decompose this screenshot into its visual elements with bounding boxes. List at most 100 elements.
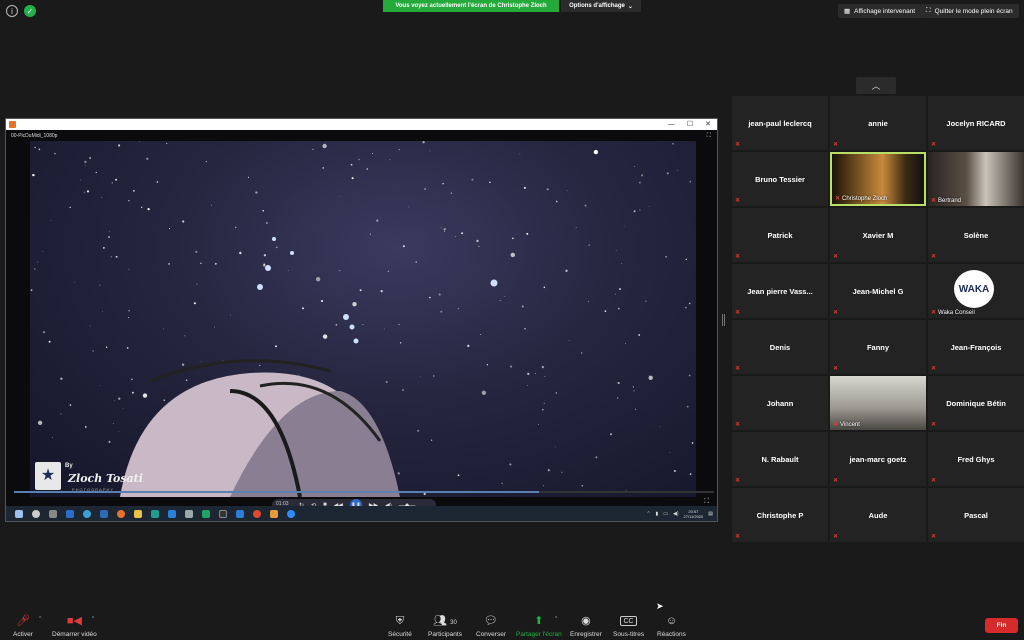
- start-video-button[interactable]: ■◀ Démarrer vidéo: [52, 614, 97, 638]
- participant-tile[interactable]: jean-paul leclercq ✕: [732, 96, 828, 150]
- app-icon[interactable]: [253, 509, 261, 518]
- participant-tile[interactable]: Christophe Zloch ✕: [830, 152, 926, 206]
- participant-tile[interactable]: Aude ✕: [830, 488, 926, 542]
- participant-tile[interactable]: Jean-Michel G ✕: [830, 264, 926, 318]
- star: [376, 219, 379, 222]
- star: [122, 408, 124, 409]
- star: [544, 375, 546, 377]
- star: [457, 474, 460, 477]
- participant-tile[interactable]: Vincent ✕: [830, 376, 926, 430]
- splitter-handle[interactable]: [722, 314, 725, 326]
- edge-icon[interactable]: [83, 509, 91, 518]
- close-icon[interactable]: ✕: [705, 119, 711, 130]
- star: [666, 172, 669, 175]
- excel-icon[interactable]: [202, 509, 210, 518]
- notification-icon[interactable]: ▤: [708, 511, 713, 517]
- star: [587, 300, 589, 303]
- participant-tile[interactable]: Solène ✕: [928, 208, 1024, 262]
- star: [617, 307, 620, 310]
- participant-tile[interactable]: Pascal ✕: [928, 488, 1024, 542]
- app-icon[interactable]: [168, 509, 176, 518]
- participant-tile[interactable]: WAKA Waka Conseil ✕: [928, 264, 1024, 318]
- bridge-icon[interactable]: [219, 509, 227, 518]
- chat-button[interactable]: 💬︎ Converser: [476, 614, 506, 638]
- video-options-caret[interactable]: ^: [92, 616, 94, 622]
- outlook-icon[interactable]: [66, 509, 74, 518]
- zoom-app-icon[interactable]: [287, 509, 295, 518]
- star: [504, 296, 506, 297]
- app-icon[interactable]: [185, 509, 193, 518]
- fit-screen-icon[interactable]: ⛶: [707, 133, 711, 140]
- star: [691, 442, 694, 444]
- view-options-button[interactable]: Options d'affichage ⌄: [561, 0, 641, 12]
- app-icon[interactable]: [151, 509, 159, 518]
- star: [638, 334, 641, 336]
- captions-button[interactable]: CC Sous-titres: [613, 614, 644, 638]
- participant-tile[interactable]: Bertrand ✕: [928, 152, 1024, 206]
- task-view-icon[interactable]: [49, 509, 57, 518]
- participant-tile[interactable]: Jocelyn RICARD ✕: [928, 96, 1024, 150]
- seek-bar[interactable]: [14, 491, 714, 493]
- star: [677, 170, 679, 171]
- security-button[interactable]: ⛨ Sécurité: [388, 614, 412, 638]
- star: [575, 227, 577, 229]
- participant-tile[interactable]: Fanny ✕: [830, 320, 926, 374]
- firefox-icon[interactable]: [117, 509, 125, 518]
- media-player-icon[interactable]: [270, 509, 278, 518]
- participant-tile[interactable]: Christophe P ✕: [732, 488, 828, 542]
- participant-tile[interactable]: Johann ✕: [732, 376, 828, 430]
- info-icon[interactable]: i: [6, 5, 18, 17]
- reactions-button[interactable]: ☺ Réactions: [657, 614, 686, 638]
- star: [54, 152, 56, 155]
- network-icon[interactable]: ▭: [663, 511, 668, 517]
- star: [433, 375, 435, 377]
- minimize-icon[interactable]: —: [668, 119, 675, 130]
- participant-name: Jocelyn RICARD: [946, 118, 1006, 128]
- mail-icon[interactable]: [100, 509, 108, 518]
- fullscreen-icon[interactable]: ⛶: [704, 498, 709, 506]
- end-meeting-button[interactable]: Fin: [985, 618, 1018, 633]
- participant-tile[interactable]: jean-marc goetz ✕: [830, 432, 926, 486]
- participant-tile[interactable]: Xavier M ✕: [830, 208, 926, 262]
- participant-name: Bertrand: [938, 198, 962, 204]
- speaker-view-button[interactable]: ▦ Affichage intervenant: [838, 4, 922, 18]
- tray-chevron-icon[interactable]: ⌃: [646, 511, 650, 517]
- star: [438, 293, 441, 296]
- participant-tile[interactable]: Fred Ghys ✕: [928, 432, 1024, 486]
- participant-tile[interactable]: Jean-François ✕: [928, 320, 1024, 374]
- star: [673, 470, 676, 472]
- star: [634, 408, 637, 410]
- speaker-icon[interactable]: ◀): [673, 511, 679, 517]
- audio-options-caret[interactable]: ^: [39, 616, 41, 622]
- participant-tile[interactable]: Patrick ✕: [732, 208, 828, 262]
- participant-tile[interactable]: annie ✕: [830, 96, 926, 150]
- star: [229, 314, 231, 316]
- search-icon[interactable]: [32, 509, 40, 518]
- video-area: 00-PicDuMidi_1080p ⛶ ★ By Zloch Tosati P…: [6, 130, 717, 511]
- participant-tile[interactable]: N. Rabault ✕: [732, 432, 828, 486]
- participant-tile[interactable]: Denis ✕: [732, 320, 828, 374]
- folder-icon[interactable]: [134, 509, 142, 518]
- exit-fullscreen-button[interactable]: ⛶ Quitter le mode plein écran: [920, 4, 1019, 18]
- security-label: Sécurité: [388, 631, 412, 638]
- maximize-icon[interactable]: ☐: [687, 119, 693, 130]
- windows-start-icon[interactable]: [15, 509, 23, 518]
- record-button[interactable]: ◉ Enregistrer: [570, 614, 602, 638]
- participants-label: Participants: [428, 631, 462, 638]
- participant-tile[interactable]: Dominique Bétin ✕: [928, 376, 1024, 430]
- participant-tile[interactable]: Jean pierre Vass... ✕: [732, 264, 828, 318]
- microphone-icon[interactable]: ▮: [656, 511, 659, 517]
- share-options-caret[interactable]: ^: [555, 616, 557, 622]
- taskbar-clock[interactable]: 20:57 27/11/2020: [684, 509, 704, 519]
- encryption-shield-icon[interactable]: ✓: [24, 5, 36, 17]
- star: [424, 188, 426, 190]
- gallery-scroll-up-button[interactable]: ︿: [856, 77, 896, 94]
- participants-button[interactable]: 👥︎ 30 Participants: [428, 614, 462, 638]
- participant-tile[interactable]: Bruno Tessier ✕: [732, 152, 828, 206]
- participant-name: Vincent: [840, 422, 860, 428]
- app-icon[interactable]: [236, 509, 244, 518]
- star: [440, 227, 442, 229]
- star: [478, 245, 480, 247]
- unmute-button[interactable]: 🎤︎ Activer: [13, 614, 33, 638]
- star: [689, 473, 692, 475]
